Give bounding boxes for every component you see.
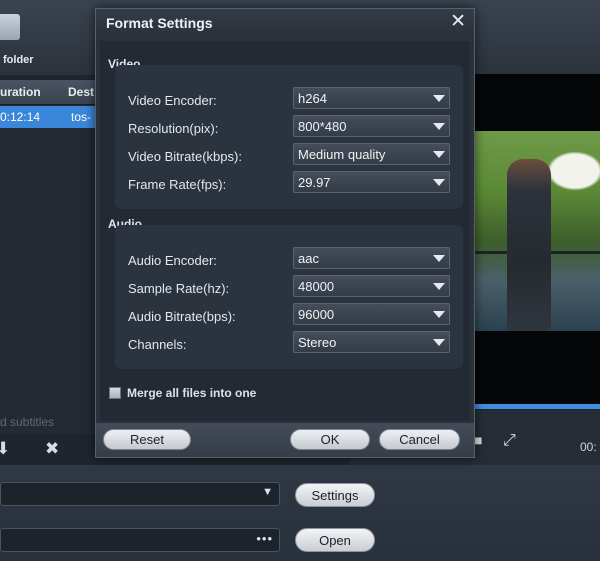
file-list-header: uration Dest — [0, 80, 96, 105]
channels-select[interactable]: Stereo — [293, 331, 450, 353]
reset-button[interactable]: Reset — [103, 429, 191, 450]
chevron-down-icon — [433, 123, 445, 130]
audio-encoder-label: Audio Encoder: — [128, 253, 217, 268]
browse-icon[interactable]: ••• — [256, 531, 273, 546]
person-figure — [507, 159, 551, 331]
video-encoder-label: Video Encoder: — [128, 93, 217, 108]
column-header-destination[interactable]: Dest — [68, 85, 94, 99]
channels-value: Stereo — [298, 335, 337, 350]
sample-rate-value: 48000 — [298, 279, 335, 294]
profile-select[interactable]: ▼ — [0, 482, 280, 506]
file-list — [0, 104, 96, 434]
chevron-down-icon — [433, 311, 445, 318]
video-encoder-value: h264 — [298, 91, 327, 106]
remove-icon[interactable]: ✖ — [45, 439, 59, 459]
folder-icon[interactable] — [0, 14, 20, 40]
dialog-title: Format Settings — [106, 15, 213, 31]
chevron-down-icon — [433, 151, 445, 158]
chevron-down-icon — [433, 339, 445, 346]
audio-bitrate-select[interactable]: 96000 — [293, 303, 450, 325]
channels-label: Channels: — [128, 337, 187, 352]
video-bitrate-value: Medium quality — [298, 147, 386, 162]
playback-progress-fill — [475, 404, 600, 409]
download-icon[interactable]: ⬇ — [0, 439, 10, 459]
audio-encoder-value: aac — [298, 251, 319, 266]
output-path-field[interactable]: ••• — [0, 528, 280, 552]
sample-rate-label: Sample Rate(hz): — [128, 281, 230, 296]
close-icon[interactable]: ✕ — [450, 12, 466, 32]
audio-encoder-select[interactable]: aac — [293, 247, 450, 269]
open-button[interactable]: Open — [295, 528, 375, 552]
frame-rate-value: 29.97 — [298, 175, 331, 190]
format-settings-dialog: Format Settings ✕ Video Video Encoder: h… — [95, 8, 475, 458]
frame-rate-label: Frame Rate(fps): — [128, 177, 227, 192]
snapshot-icon[interactable]: ■ — [474, 432, 482, 448]
resolution-select[interactable]: 800*480 — [293, 115, 450, 137]
file-duration: 0:12:14 — [0, 110, 41, 124]
time-display: 00: — [580, 440, 597, 454]
audio-group: Audio Encoder: aac Sample Rate(hz): 4800… — [115, 225, 463, 369]
chevron-down-icon — [433, 95, 445, 102]
dialog-titlebar: Format Settings ✕ — [96, 9, 474, 37]
playback-progress[interactable] — [475, 404, 600, 409]
add-folder-label[interactable]: folder — [3, 54, 34, 66]
video-bitrate-label: Video Bitrate(kbps): — [128, 149, 242, 164]
chevron-down-icon — [433, 283, 445, 290]
video-bitrate-select[interactable]: Medium quality — [293, 143, 450, 165]
cancel-button[interactable]: Cancel — [379, 429, 460, 450]
fullscreen-icon[interactable]: ⤢ — [503, 432, 516, 450]
audio-bitrate-label: Audio Bitrate(bps): — [128, 309, 236, 324]
column-header-duration[interactable]: uration — [0, 85, 41, 99]
video-frame — [475, 131, 600, 331]
frame-rate-select[interactable]: 29.97 — [293, 171, 450, 193]
chevron-down-icon — [433, 179, 445, 186]
ok-button[interactable]: OK — [290, 429, 370, 450]
file-list-row[interactable]: 0:12:14 tos- — [0, 106, 96, 128]
sample-rate-select[interactable]: 48000 — [293, 275, 450, 297]
video-preview — [475, 74, 600, 404]
chevron-down-icon: ▼ — [262, 486, 273, 498]
dialog-body: Video Video Encoder: h264 Resolution(pix… — [100, 41, 470, 421]
video-group: Video Encoder: h264 Resolution(pix): 800… — [115, 65, 463, 209]
audio-bitrate-value: 96000 — [298, 307, 335, 322]
subtitles-label: d subtitles — [0, 415, 55, 429]
chevron-down-icon — [433, 255, 445, 262]
list-toolbar: ⬇ ✖ — [0, 434, 96, 464]
merge-files-checkbox[interactable] — [109, 387, 121, 399]
video-encoder-select[interactable]: h264 — [293, 87, 450, 109]
dialog-footer: Reset OK Cancel — [96, 423, 474, 457]
resolution-label: Resolution(pix): — [128, 121, 219, 136]
resolution-value: 800*480 — [298, 119, 347, 134]
merge-files-label[interactable]: Merge all files into one — [127, 386, 256, 400]
file-destination: tos- — [71, 110, 92, 124]
settings-button[interactable]: Settings — [295, 483, 375, 507]
